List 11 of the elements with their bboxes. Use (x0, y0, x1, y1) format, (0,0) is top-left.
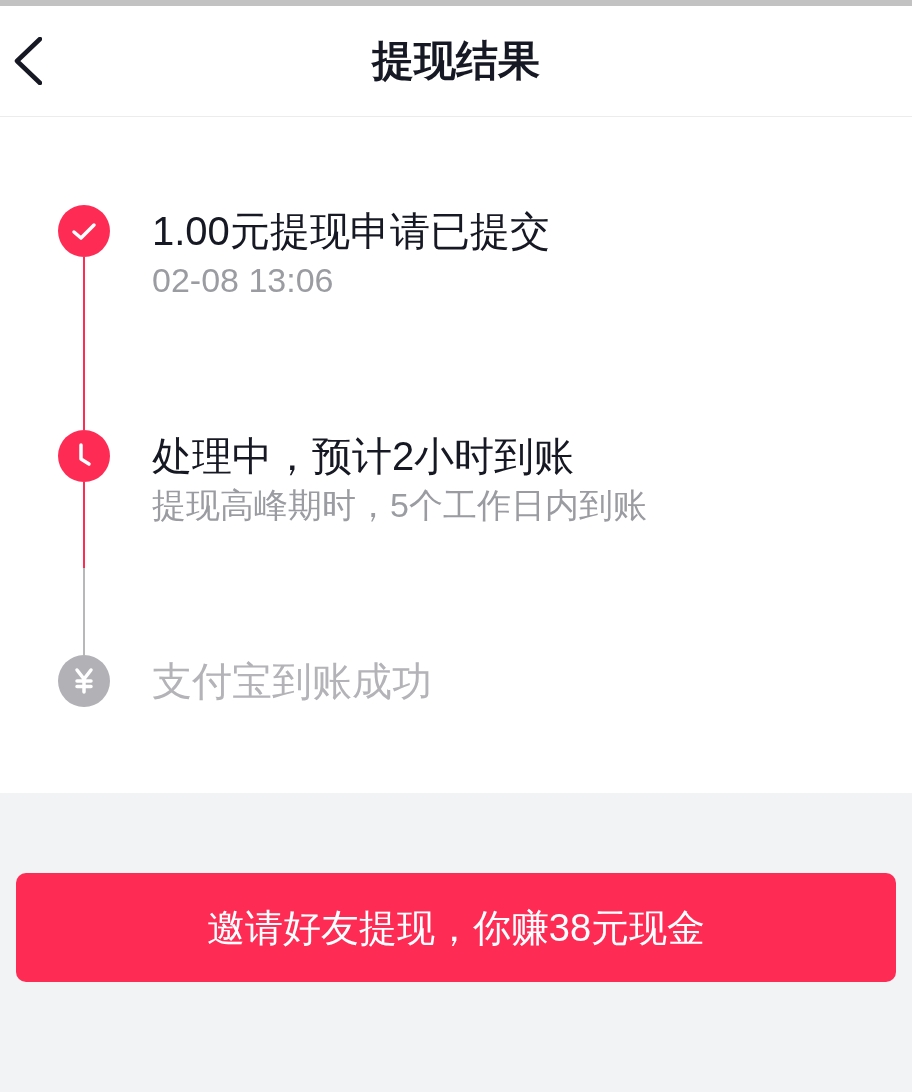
check-icon (58, 205, 110, 257)
page-title: 提现结果 (372, 36, 540, 86)
yen-icon (58, 655, 110, 707)
step-subtitle: 提现高峰期时，5个工作日内到账 (152, 485, 647, 525)
step-title: 支付宝到账成功 (152, 658, 432, 705)
step-title: 1.00元提现申请已提交 (152, 208, 550, 255)
back-icon[interactable] (14, 37, 42, 85)
step-title: 处理中，预计2小时到账 (152, 433, 576, 480)
invite-button[interactable]: 邀请好友提现，你赚38元现金 (16, 873, 896, 982)
step-subtitle: 02-08 13:06 (152, 260, 335, 300)
clock-icon (58, 430, 110, 482)
